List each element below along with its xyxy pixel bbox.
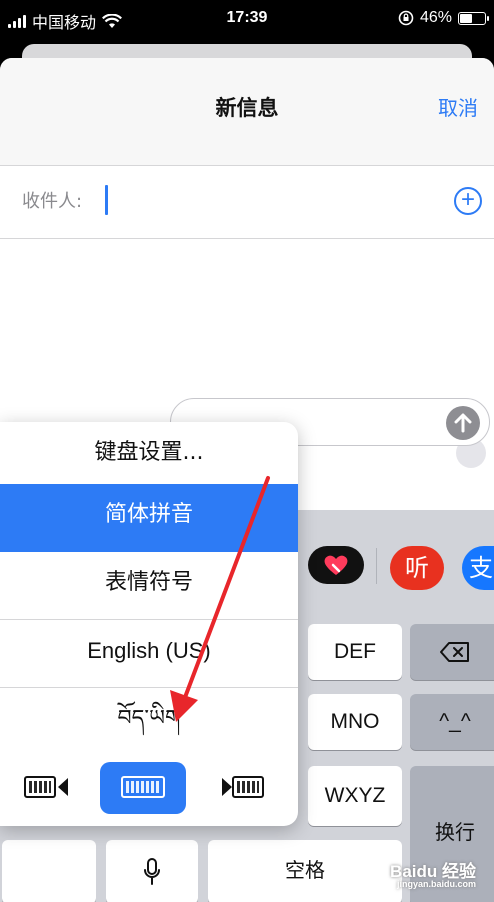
- watermark-url: jingyan.baidu.com: [396, 879, 476, 889]
- recipient-label: 收件人:: [22, 191, 83, 212]
- key-def[interactable]: DEF: [308, 624, 402, 680]
- menu-item-tibetan[interactable]: བོད་ཡིག: [0, 688, 298, 756]
- keyboard-mode-switcher: [0, 762, 298, 826]
- emoticon-key-label: ^_^: [439, 710, 471, 733]
- recipient-field[interactable]: 收件人: +: [0, 167, 494, 239]
- keyboard-icon: [121, 776, 165, 798]
- divider: [376, 548, 377, 584]
- key-wxyz[interactable]: WXYZ: [308, 766, 402, 826]
- battery-icon: [458, 11, 489, 25]
- menu-item-emoji[interactable]: 表情符号: [0, 552, 298, 620]
- key-mno[interactable]: MNO: [308, 694, 402, 750]
- arrow-up-icon: [454, 413, 472, 433]
- menu-item-label: བོད་ཡིག: [117, 706, 181, 731]
- keyboard-right-icon: [232, 776, 264, 798]
- menu-item-label: English (US): [87, 638, 211, 663]
- ting-app-icon[interactable]: 听: [390, 546, 444, 590]
- menu-item-keyboard-settings[interactable]: 键盘设置...: [0, 422, 298, 490]
- menu-item-label: 简体拼音: [104, 502, 193, 527]
- status-right: 46%: [398, 9, 489, 27]
- key-mno-label: MNO: [330, 710, 380, 733]
- orientation-lock-icon: [398, 10, 414, 26]
- add-contact-button[interactable]: +: [454, 187, 482, 215]
- space-key-label: 空格: [285, 860, 325, 882]
- cancel-button[interactable]: 取消: [438, 92, 478, 121]
- watermark: Baidu 经验 jingyan.baidu.com: [390, 857, 476, 889]
- page-title: 新信息: [215, 96, 279, 120]
- microphone-icon: [144, 858, 160, 885]
- newline-key-label: 换行: [435, 822, 475, 844]
- input-method-menu: 键盘设置... 简体拼音 表情符号 English (US) བོད་ཡིག: [0, 422, 298, 826]
- mic-key[interactable]: [106, 840, 198, 902]
- key-wxyz-label: WXYZ: [324, 784, 386, 807]
- triangle-left-icon: [58, 778, 68, 796]
- alipay-app-icon[interactable]: 支: [462, 546, 494, 590]
- heart-icon: [324, 555, 348, 575]
- status-bar: 中国移动 17:39 46%: [0, 0, 494, 36]
- menu-item-label: 表情符号: [104, 570, 193, 595]
- full-keyboard-button[interactable]: [100, 762, 186, 814]
- key-def-label: DEF: [334, 640, 376, 663]
- send-button[interactable]: [446, 406, 480, 440]
- space-key[interactable]: 空格: [208, 840, 402, 902]
- heart-app-icon[interactable]: [308, 546, 364, 584]
- triangle-right-icon: [222, 778, 232, 796]
- menu-item-english[interactable]: English (US): [0, 620, 298, 688]
- keyboard-left-icon: [24, 776, 56, 798]
- nav-bar: 新信息 取消: [0, 58, 494, 166]
- emoticon-key[interactable]: ^_^: [410, 694, 494, 750]
- right-keyboard-button[interactable]: [200, 762, 286, 814]
- backspace-key[interactable]: [410, 624, 494, 680]
- text-cursor: [105, 185, 108, 215]
- partial-key[interactable]: [2, 840, 96, 902]
- plus-icon: +: [460, 186, 475, 213]
- menu-item-label: 键盘设置...: [94, 440, 204, 465]
- backspace-icon: [440, 642, 469, 662]
- left-keyboard-button[interactable]: [8, 762, 94, 814]
- menu-item-pinyin[interactable]: 简体拼音: [0, 484, 298, 552]
- battery-percent: 46%: [419, 9, 452, 26]
